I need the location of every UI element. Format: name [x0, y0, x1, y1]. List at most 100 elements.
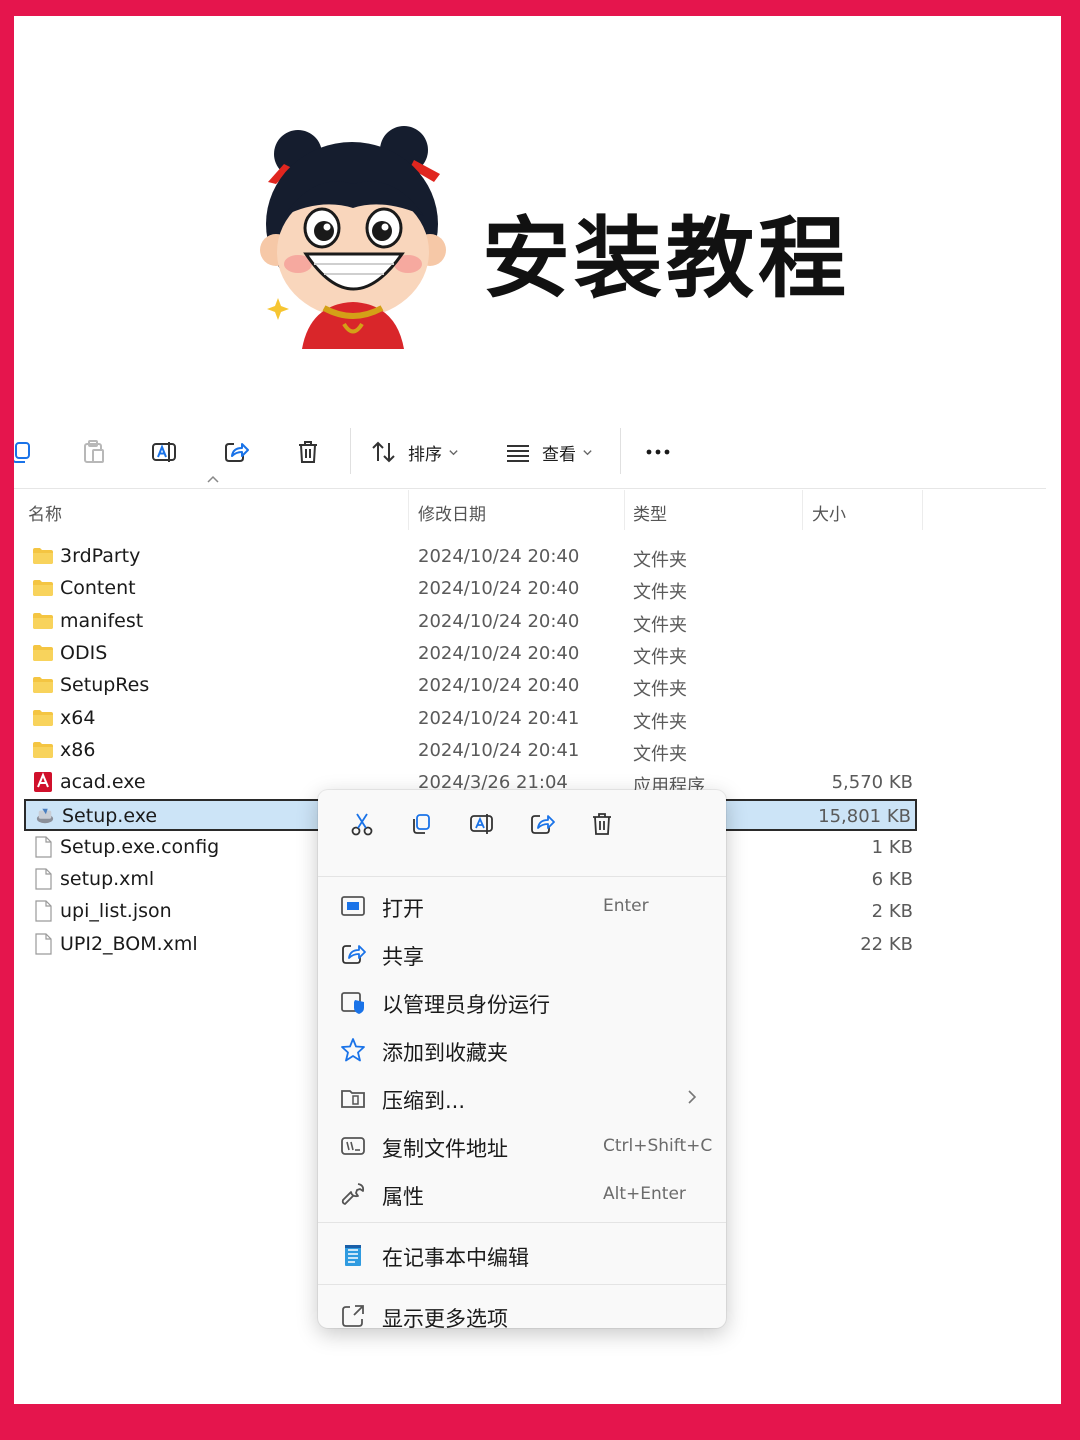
trash-icon — [593, 813, 611, 835]
menu-divider — [318, 1284, 726, 1285]
column-header-size[interactable]: 大小 — [812, 500, 846, 525]
file-type: 文件夹 — [633, 550, 687, 571]
copy-button[interactable] — [14, 432, 36, 472]
file-name: x64 — [60, 706, 96, 729]
menu-item-add-favorites[interactable]: 添加到收藏夹 — [318, 1028, 726, 1072]
rename-icon — [152, 442, 176, 462]
column-header-name[interactable]: 名称 — [28, 500, 62, 525]
share-button[interactable] — [512, 802, 572, 846]
context-menu: 打开 Enter 共享 以管理员身份运行 添加到收藏夹 压缩到... 复制文件地… — [318, 790, 726, 1328]
file-icon — [35, 900, 52, 922]
rename-button[interactable] — [452, 802, 512, 846]
delete-button[interactable] — [294, 432, 322, 472]
chevron-down-icon — [583, 449, 592, 455]
chevron-right-icon — [688, 1090, 697, 1104]
file-name: Setup.exe — [62, 805, 158, 828]
menu-item-share[interactable]: 共享 — [318, 932, 726, 976]
share-button[interactable] — [222, 432, 250, 472]
copy-icon — [14, 442, 30, 463]
file-size: 5,570 KB — [831, 772, 913, 794]
menu-item-copy-path[interactable]: 复制文件地址 Ctrl+Shift+C — [318, 1124, 726, 1168]
folder-icon — [33, 677, 53, 694]
folder-icon — [33, 741, 53, 758]
copy-icon — [413, 814, 430, 834]
explorer-toolbar: 排序 查看 — [14, 418, 1046, 489]
file-name: setup.xml — [60, 868, 155, 890]
paste-button[interactable] — [80, 432, 108, 472]
context-quick-actions — [318, 790, 726, 858]
sort-label: 排序 — [408, 444, 442, 465]
file-date: 2024/10/24 20:40 — [418, 610, 580, 632]
file-name: manifest — [60, 609, 144, 632]
file-type: 文件夹 — [633, 679, 687, 701]
file-date: 2024/10/24 20:40 — [418, 546, 580, 567]
rename-icon — [470, 814, 493, 834]
column-header-type[interactable]: 类型 — [633, 500, 667, 525]
delete-button[interactable] — [572, 802, 632, 846]
folder-icon — [33, 644, 53, 661]
menu-item-properties[interactable]: 属性 Alt+Enter — [318, 1172, 726, 1216]
file-type: 文件夹 — [633, 711, 687, 733]
file-row[interactable]: SetupRes 2024/10/24 20:40 文件夹 — [24, 670, 917, 702]
copy-path-icon — [341, 1137, 365, 1155]
folder-icon — [33, 548, 53, 564]
column-header-date[interactable]: 修改日期 — [418, 500, 486, 525]
more-options-icon — [342, 1305, 364, 1327]
column-separator — [624, 490, 625, 530]
open-icon — [341, 896, 365, 916]
file-type: 文件夹 — [633, 743, 687, 765]
file-name: upi_list.json — [60, 900, 172, 923]
file-row[interactable]: x64 2024/10/24 20:41 文件夹 — [24, 703, 917, 735]
file-icon — [35, 932, 52, 955]
trash-icon — [299, 441, 317, 463]
paste-icon — [84, 440, 104, 463]
cut-button[interactable] — [332, 802, 392, 846]
file-icon — [35, 868, 52, 890]
share-icon — [225, 443, 249, 462]
file-date: 2024/10/24 20:40 — [418, 642, 580, 664]
share-icon — [531, 815, 555, 834]
sort-caret-icon — [207, 475, 219, 483]
menu-divider — [318, 876, 726, 877]
toolbar-separator — [620, 428, 621, 474]
column-separator — [802, 490, 803, 530]
file-size: 6 KB — [871, 869, 913, 890]
file-icon — [35, 836, 52, 858]
column-separator — [408, 490, 409, 530]
view-list-icon — [507, 445, 529, 462]
rename-button[interactable] — [150, 432, 178, 472]
scissors-icon — [351, 813, 373, 836]
file-row[interactable]: Content 2024/10/24 20:40 文件夹 — [24, 573, 917, 605]
column-separator — [922, 490, 923, 530]
file-row[interactable]: manifest 2024/10/24 20:40 文件夹 — [24, 606, 917, 638]
file-row[interactable]: x86 2024/10/24 20:41 文件夹 — [24, 735, 917, 767]
file-name: ODIS — [60, 641, 108, 664]
menu-item-edit-notepad[interactable]: 在记事本中编辑 — [318, 1233, 726, 1277]
more-button[interactable] — [644, 432, 672, 472]
menu-item-show-more[interactable]: 显示更多选项 — [318, 1294, 726, 1328]
notepad-icon — [345, 1245, 361, 1266]
file-type: 文件夹 — [633, 582, 687, 604]
copy-button[interactable] — [392, 802, 452, 846]
sort-button[interactable]: 排序 — [370, 432, 459, 472]
file-row[interactable]: 3rdParty 2024/10/24 20:40 文件夹 — [24, 541, 917, 573]
page-frame: 安装教程 排序 查看 名称 修改日期 类型 大小 3rdParty 2024/1… — [14, 16, 1061, 1404]
star-icon — [341, 1038, 365, 1062]
file-name: Content — [60, 577, 136, 600]
file-type: 文件夹 — [633, 646, 687, 668]
file-date: 2024/10/24 20:41 — [418, 707, 580, 729]
toolbar-separator — [350, 428, 351, 474]
folder-icon — [33, 580, 53, 597]
file-date: 2024/10/24 20:40 — [418, 675, 580, 697]
folder-icon — [33, 709, 53, 726]
view-label: 查看 — [542, 444, 576, 465]
file-row[interactable]: ODIS 2024/10/24 20:40 文件夹 — [24, 638, 917, 670]
menu-item-compress[interactable]: 压缩到... — [318, 1076, 726, 1120]
file-name: SetupRes — [60, 674, 150, 697]
compress-icon — [341, 1090, 365, 1108]
menu-item-open[interactable]: 打开 Enter — [318, 884, 726, 928]
view-button[interactable]: 查看 — [504, 432, 593, 472]
file-name: Setup.exe.config — [60, 835, 220, 858]
file-name: x86 — [60, 738, 96, 761]
menu-item-run-as-admin[interactable]: 以管理员身份运行 — [318, 980, 726, 1024]
